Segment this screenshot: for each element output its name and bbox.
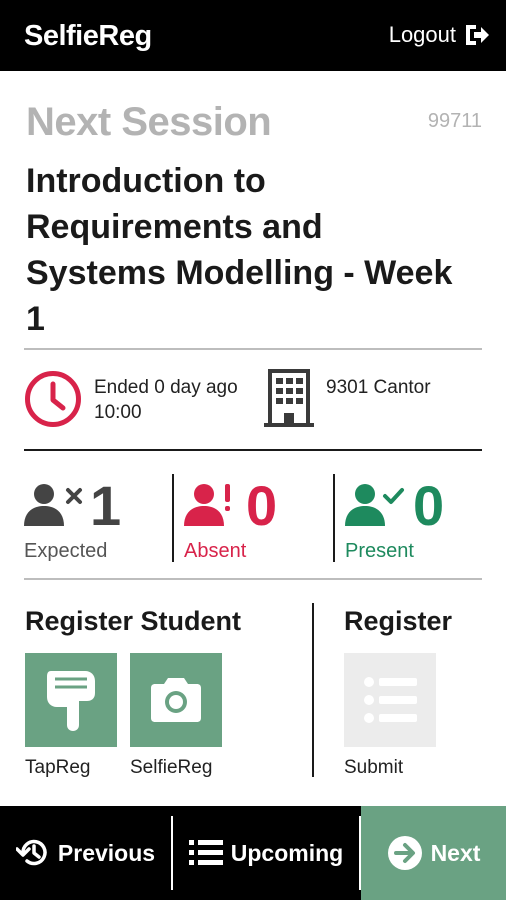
next-session-heading: Next Session: [26, 100, 272, 144]
app-title: SelfieReg: [24, 20, 152, 52]
upcoming-button[interactable]: Upcoming: [173, 806, 359, 900]
user-alert-icon: [184, 484, 230, 526]
room-location: 9301 Cantor: [326, 377, 431, 398]
arrow-right-circle-icon: [387, 836, 422, 870]
section-separator: [312, 603, 314, 777]
present-count: 0: [413, 474, 445, 537]
session-time: 10:00: [94, 402, 142, 423]
expected-label: Expected: [24, 540, 108, 562]
logout-label: Logout: [388, 22, 456, 47]
stat-absent: 0 Absent: [184, 474, 324, 566]
expected-count: 1: [90, 474, 122, 537]
menu-list-icon: [188, 840, 223, 865]
divider: [24, 449, 482, 451]
upcoming-label: Upcoming: [230, 839, 344, 866]
submit-label: Submit: [344, 757, 404, 778]
stat-present: 0 Present: [345, 474, 485, 566]
absent-label: Absent: [184, 540, 247, 562]
divider: [24, 578, 482, 580]
camera-icon: [151, 678, 201, 722]
previous-label: Previous: [57, 839, 156, 866]
tapreg-label: TapReg: [25, 757, 91, 778]
previous-button[interactable]: Previous: [0, 806, 171, 900]
tap-hand-icon: [47, 671, 95, 731]
logout-button[interactable]: Logout: [389, 22, 490, 48]
session-title: Introduction to Requirements and Systems…: [26, 162, 453, 338]
tapreg-button[interactable]: [25, 653, 117, 747]
submit-button[interactable]: [344, 653, 436, 747]
next-label: Next: [430, 839, 481, 866]
bottom-nav: Previous Upcoming Next: [0, 806, 506, 900]
list-icon: [364, 677, 417, 723]
register-title: Register: [344, 606, 453, 636]
stat-expected: 1 Expected: [24, 474, 164, 566]
clock-icon: [25, 371, 81, 427]
register-student-title: Register Student: [25, 606, 242, 636]
session-status: Ended 0 day ago: [94, 377, 238, 398]
logout-icon: [466, 25, 489, 45]
selfiereg-label: SelfieReg: [130, 757, 213, 778]
selfiereg-button[interactable]: [130, 653, 222, 747]
top-bar: SelfieReg Logout: [0, 0, 506, 71]
user-check-icon: [345, 484, 404, 526]
history-icon: [15, 839, 47, 866]
stat-separator: [333, 474, 335, 562]
session-id: 99711: [427, 110, 482, 132]
absent-count: 0: [246, 474, 278, 537]
stat-separator: [172, 474, 174, 562]
next-button[interactable]: Next: [361, 806, 506, 900]
present-label: Present: [345, 540, 414, 562]
divider: [24, 348, 482, 350]
user-x-icon: [24, 484, 82, 526]
building-icon: [264, 369, 314, 427]
